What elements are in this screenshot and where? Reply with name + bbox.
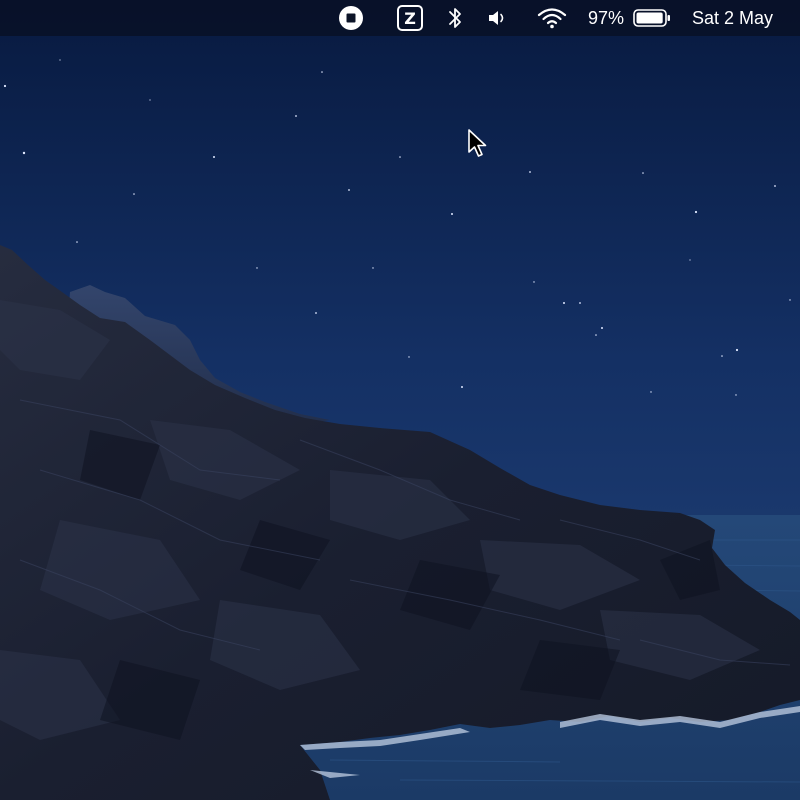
arrow-pointer-icon [468, 129, 487, 157]
clock-label: Sat 2 May [692, 8, 774, 28]
battery-percentage[interactable]: 97% [584, 0, 628, 36]
battery-icon[interactable] [632, 0, 672, 36]
bluetooth-icon[interactable] [444, 0, 466, 36]
battery-percentage-label: 97% [587, 8, 625, 28]
volume-icon[interactable] [486, 0, 512, 36]
desktop-wallpaper [0, 0, 800, 800]
desktop[interactable]: Z 97% Sat 2 May [0, 0, 800, 800]
menu-bar: Z 97% Sat 2 May [0, 0, 800, 36]
z-app-letter: Z [397, 5, 423, 31]
clock[interactable]: Sat 2 May [692, 0, 800, 36]
battery-level-fill [636, 12, 663, 24]
record-stop-icon[interactable] [336, 0, 366, 36]
z-app-icon[interactable]: Z [394, 0, 426, 36]
wifi-icon[interactable] [534, 0, 570, 36]
